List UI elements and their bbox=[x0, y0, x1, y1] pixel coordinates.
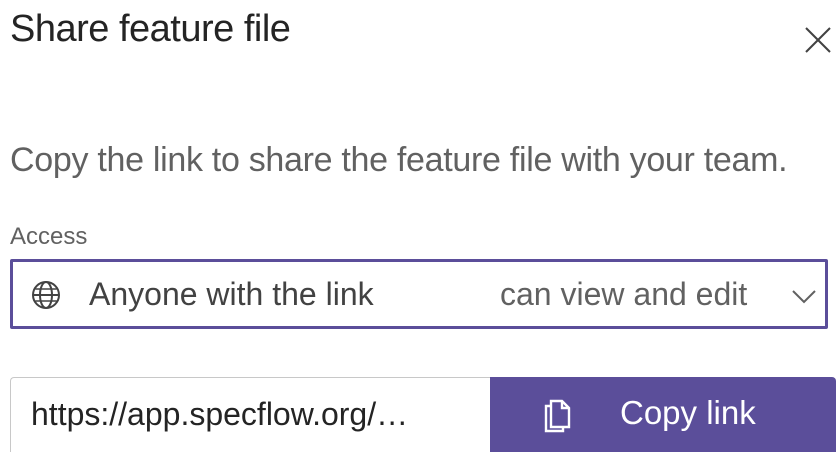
dialog-description: Copy the link to share the feature file … bbox=[10, 141, 788, 179]
chevron-down-icon bbox=[792, 290, 816, 304]
share-dialog: Share feature file Copy the link to shar… bbox=[0, 0, 836, 452]
close-button[interactable] bbox=[800, 22, 836, 58]
close-icon bbox=[805, 27, 831, 53]
access-label: Access bbox=[10, 223, 88, 250]
globe-icon bbox=[32, 281, 60, 309]
access-dropdown[interactable]: Anyone with the link can view and edit bbox=[10, 259, 828, 329]
share-link-field[interactable]: https://app.specflow.org/… bbox=[10, 377, 490, 452]
access-scope-value: Anyone with the link bbox=[89, 276, 374, 312]
dialog-title: Share feature file bbox=[10, 8, 291, 50]
copy-icon bbox=[544, 399, 571, 433]
access-permission-value: can view and edit bbox=[500, 276, 748, 312]
copy-link-label: Copy link bbox=[620, 394, 756, 431]
copy-link-button[interactable]: Copy link bbox=[490, 377, 836, 452]
share-link-value: https://app.specflow.org/… bbox=[31, 396, 409, 432]
